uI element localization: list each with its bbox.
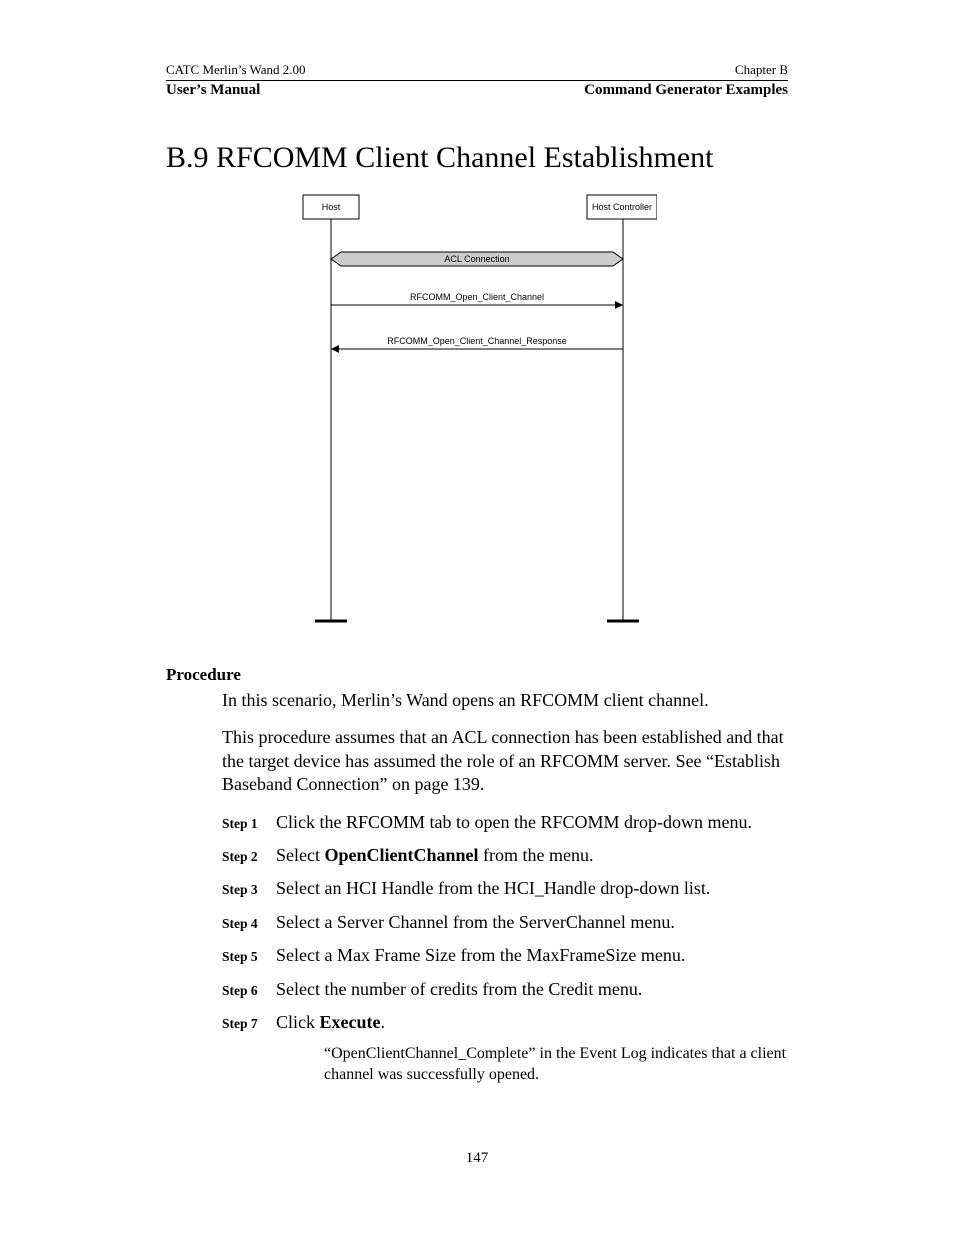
diagram-acl-band: ACL Connection — [331, 252, 623, 266]
sequence-diagram: Host Host Controller ACL Connection RFCO… — [297, 193, 657, 633]
procedure-para-1: In this scenario, Merlin’s Wand opens an… — [222, 689, 788, 712]
step-label: Step 4 — [222, 915, 276, 933]
procedure-note: “OpenClientChannel_Complete” in the Even… — [324, 1044, 788, 1086]
step-body: Click Execute. — [276, 1011, 788, 1034]
header-sub: User’s Manual Command Generator Examples — [166, 80, 788, 99]
diagram-msg-1: RFCOMM_Open_Client_Channel — [410, 292, 544, 302]
procedure-steps: Step 1Click the RFCOMM tab to open the R… — [222, 811, 788, 1035]
step-label: Step 3 — [222, 881, 276, 899]
header-top: CATC Merlin’s Wand 2.00 Chapter B — [166, 62, 788, 78]
header-sub-right: Command Generator Examples — [584, 82, 788, 99]
step-label: Step 7 — [222, 1015, 276, 1033]
procedure-heading: Procedure — [166, 665, 788, 685]
step-row: Step 5Select a Max Frame Size from the M… — [222, 944, 788, 967]
header-top-right: Chapter B — [735, 62, 788, 78]
step-body: Select OpenClientChannel from the menu. — [276, 844, 788, 867]
svg-text:ACL Connection: ACL Connection — [444, 254, 509, 264]
step-body: Select the number of credits from the Cr… — [276, 978, 788, 1001]
diagram-host-label: Host — [322, 202, 341, 212]
diagram-msg-2: RFCOMM_Open_Client_Channel_Response — [387, 336, 567, 346]
step-row: Step 3Select an HCI Handle from the HCI_… — [222, 877, 788, 900]
step-label: Step 6 — [222, 982, 276, 1000]
page-number: 147 — [0, 1150, 954, 1167]
step-body: Select a Server Channel from the ServerC… — [276, 911, 788, 934]
step-body: Select an HCI Handle from the HCI_Handle… — [276, 877, 788, 900]
diagram-controller-label: Host Controller — [592, 202, 652, 212]
step-label: Step 1 — [222, 815, 276, 833]
step-row: Step 6Select the number of credits from … — [222, 978, 788, 1001]
step-body: Select a Max Frame Size from the MaxFram… — [276, 944, 788, 967]
header-top-left: CATC Merlin’s Wand 2.00 — [166, 62, 306, 78]
step-label: Step 2 — [222, 848, 276, 866]
step-body: Click the RFCOMM tab to open the RFCOMM … — [276, 811, 788, 834]
section-title: B.9 RFCOMM Client Channel Establishment — [166, 141, 788, 175]
step-row: Step 1Click the RFCOMM tab to open the R… — [222, 811, 788, 834]
step-row: Step 7Click Execute. — [222, 1011, 788, 1034]
step-row: Step 2Select OpenClientChannel from the … — [222, 844, 788, 867]
header-sub-left: User’s Manual — [166, 82, 260, 99]
step-label: Step 5 — [222, 948, 276, 966]
step-row: Step 4Select a Server Channel from the S… — [222, 911, 788, 934]
procedure-para-2: This procedure assumes that an ACL conne… — [222, 726, 788, 796]
